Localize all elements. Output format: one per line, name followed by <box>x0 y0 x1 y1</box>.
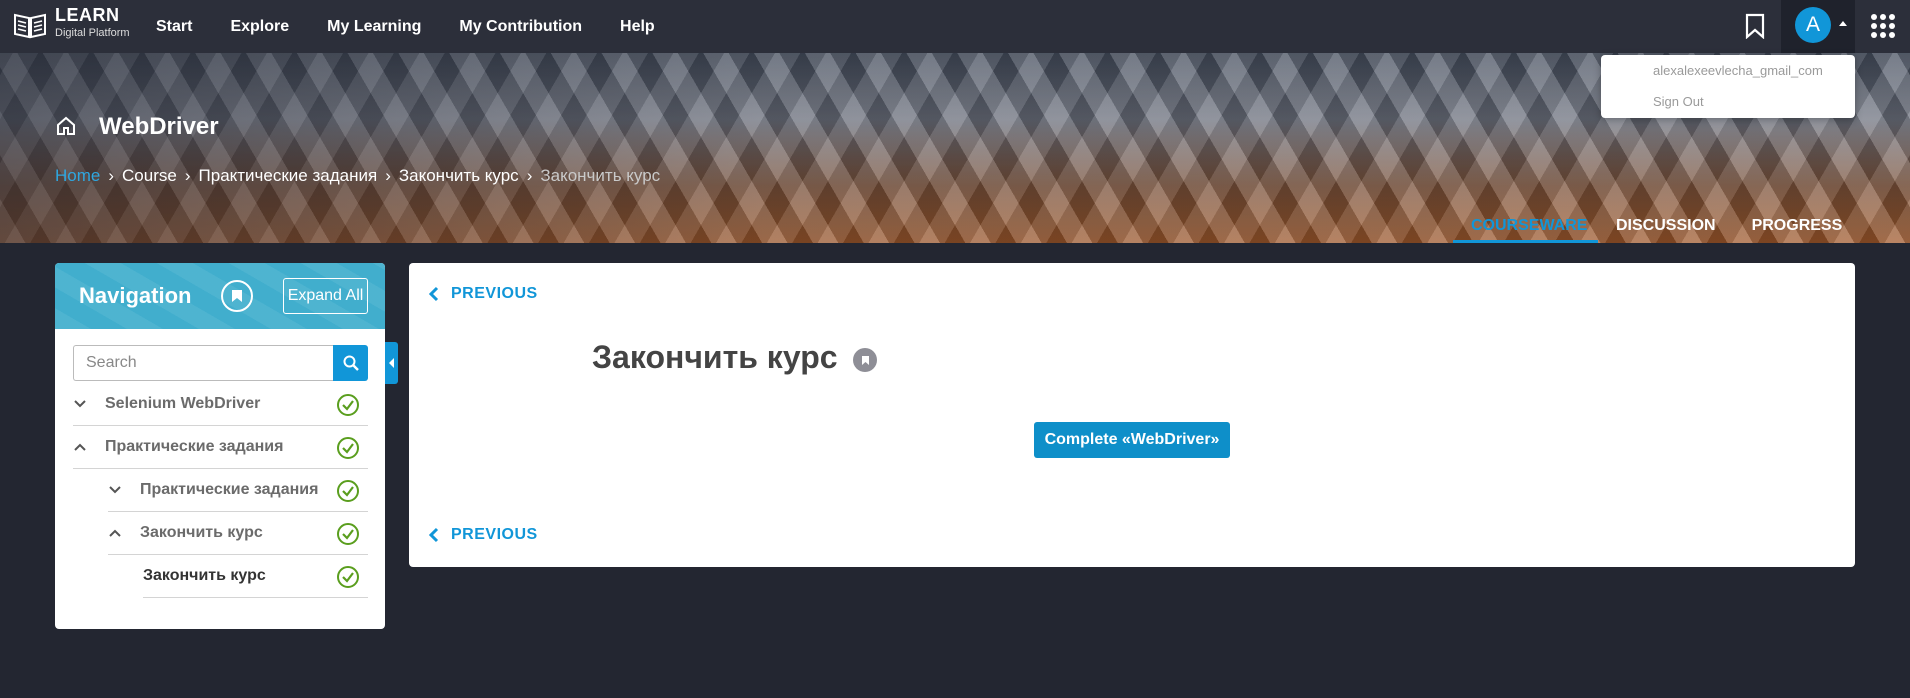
chevron-left-icon <box>429 527 439 543</box>
tree-item-label: Практические задания <box>140 481 319 498</box>
main-nav: Start Explore My Learning My Contributio… <box>156 0 693 53</box>
previous-label: PREVIOUS <box>451 526 538 543</box>
chevron-up-icon[interactable] <box>108 526 122 540</box>
search-button[interactable] <box>333 345 368 381</box>
bookmark-icon[interactable] <box>1744 13 1766 39</box>
search-input[interactable]: Search <box>73 345 333 381</box>
check-circle-icon <box>337 437 359 459</box>
tab-courseware[interactable]: COURSEWARE <box>1453 205 1598 243</box>
bookmark-icon <box>861 355 869 365</box>
breadcrumb-section[interactable]: Практические задания <box>199 166 378 186</box>
navigation-header: Navigation Expand All <box>55 263 385 329</box>
home-icon[interactable] <box>55 115 77 137</box>
book-logo-icon <box>14 13 46 39</box>
check-circle-icon <box>337 480 359 502</box>
tree-item-selenium-webdriver[interactable]: Selenium WebDriver <box>73 383 368 426</box>
breadcrumb: Home › Course › Практические задания › З… <box>55 166 660 186</box>
tree-item-practical-tasks[interactable]: Практические задания <box>73 426 368 469</box>
nav-help[interactable]: Help <box>620 18 655 36</box>
tab-progress[interactable]: PROGRESS <box>1734 205 1861 243</box>
logo[interactable]: LEARN Digital Platform <box>13 6 130 39</box>
collapse-sidebar-button[interactable] <box>385 342 398 384</box>
tree-item-finish-course[interactable]: Закончить курс <box>108 512 368 555</box>
previous-label: PREVIOUS <box>451 285 538 302</box>
bookmark-icon <box>232 290 242 302</box>
navigation-panel: Navigation Expand All Search Selenium We… <box>55 263 398 629</box>
tab-discussion[interactable]: DISCUSSION <box>1598 205 1734 243</box>
check-circle-icon <box>337 394 359 416</box>
nav-start[interactable]: Start <box>156 18 192 36</box>
breadcrumb-subsection[interactable]: Закончить курс <box>399 166 519 186</box>
logo-title: LEARN <box>55 5 120 25</box>
check-circle-icon <box>337 523 359 545</box>
search-icon <box>343 355 359 371</box>
chevron-right-icon: › <box>526 166 533 185</box>
chevron-down-icon[interactable] <box>73 397 87 411</box>
chevron-left-icon <box>429 286 439 302</box>
breadcrumb-course[interactable]: Course <box>122 166 177 186</box>
tree-item-label: Закончить курс <box>140 524 263 541</box>
chevron-down-icon[interactable] <box>108 483 122 497</box>
user-dropdown: alexalexeevlecha_gmail_com Sign Out <box>1601 55 1855 118</box>
logo-subtitle: Digital Platform <box>55 27 130 39</box>
top-bar: LEARN Digital Platform Start Explore My … <box>0 0 1910 53</box>
chevron-right-icon: › <box>108 166 115 185</box>
dropdown-username[interactable]: alexalexeevlecha_gmail_com <box>1653 63 1823 78</box>
nav-my-contribution[interactable]: My Contribution <box>459 18 582 36</box>
check-circle-icon <box>337 566 359 588</box>
expand-all-button[interactable]: Expand All <box>283 278 368 314</box>
nav-my-learning[interactable]: My Learning <box>327 18 421 36</box>
tree-item-finish-course-unit[interactable]: Закончить курс <box>143 555 368 598</box>
unit-title: Закончить курс <box>592 339 838 375</box>
nav-explore[interactable]: Explore <box>230 18 289 36</box>
chevron-right-icon: › <box>184 166 191 185</box>
sign-out-link[interactable]: Sign Out <box>1653 94 1704 109</box>
user-menu-toggle[interactable]: A <box>1781 0 1855 53</box>
breadcrumb-current: Закончить курс <box>540 166 661 185</box>
avatar: A <box>1795 7 1831 43</box>
tree-item-practical-tasks-sub[interactable]: Практические задания <box>108 469 368 512</box>
complete-course-button[interactable]: Complete «WebDriver» <box>1034 422 1230 458</box>
tree-item-label: Закончить курс <box>143 567 266 584</box>
unit-bookmark-button[interactable] <box>853 348 877 372</box>
course-tabs: COURSEWARE DISCUSSION PROGRESS <box>1453 205 1860 243</box>
caret-up-icon <box>1839 21 1847 26</box>
previous-button-top[interactable]: PREVIOUS <box>429 285 538 303</box>
course-title: WebDriver <box>99 113 219 140</box>
unit-content: PREVIOUS Закончить курс Complete «WebDri… <box>409 263 1855 567</box>
chevron-left-icon <box>388 358 394 368</box>
apps-grid-icon[interactable] <box>1871 14 1895 38</box>
previous-button-bottom[interactable]: PREVIOUS <box>429 526 538 544</box>
chevron-up-icon[interactable] <box>73 440 87 454</box>
tree-item-label: Практические задания <box>105 438 284 455</box>
tree-item-label: Selenium WebDriver <box>105 395 261 412</box>
breadcrumb-home[interactable]: Home <box>55 166 100 186</box>
navigation-title: Navigation <box>79 283 192 308</box>
bookmarks-button[interactable] <box>221 280 253 312</box>
chevron-right-icon: › <box>385 166 391 185</box>
